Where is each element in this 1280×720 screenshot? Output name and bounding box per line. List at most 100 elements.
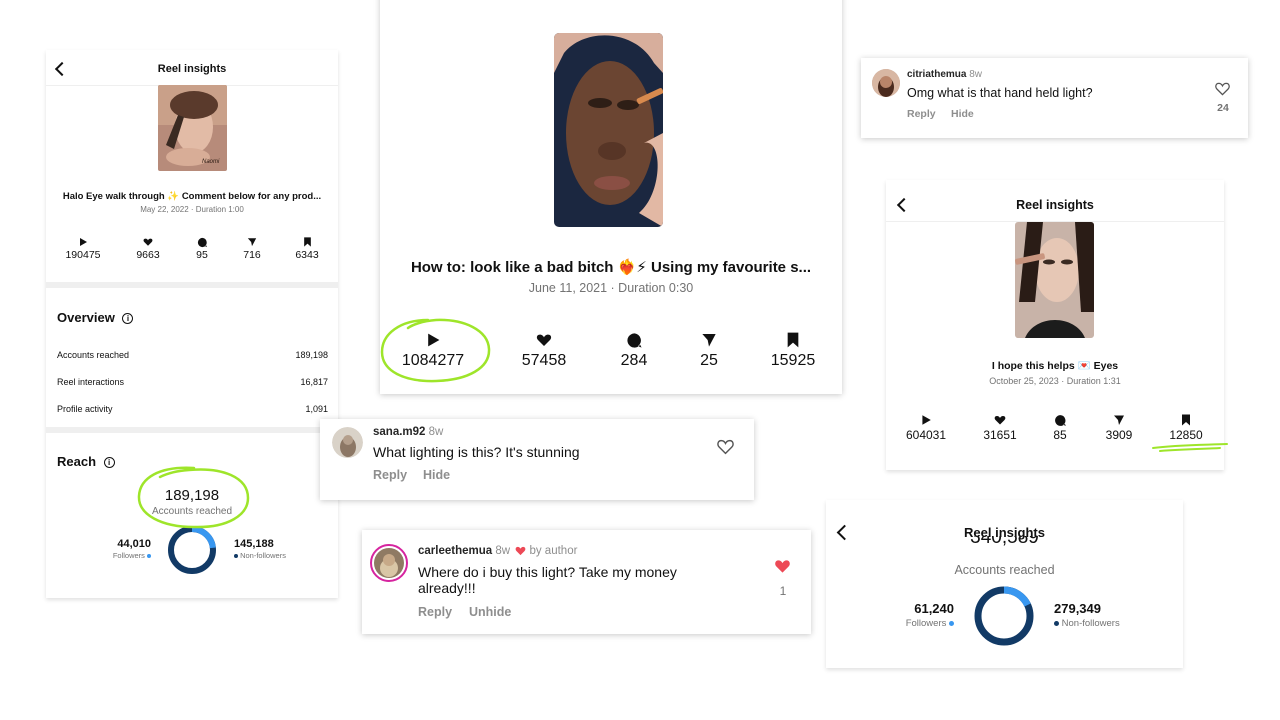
play-icon bbox=[922, 415, 931, 425]
comment-time: 8w bbox=[969, 69, 983, 80]
comment-card-citriathemua: citriathemua 8w Omg what is that hand he… bbox=[861, 58, 1248, 138]
nonfollowers-dot bbox=[1054, 620, 1059, 626]
reply-button[interactable]: Reply bbox=[373, 468, 407, 482]
avatar[interactable] bbox=[332, 427, 363, 458]
reel-interactions-value: 16,817 bbox=[300, 377, 328, 387]
reel-thumbnail[interactable]: Naomi bbox=[158, 85, 227, 171]
reel-interactions-label: Reel interactions bbox=[57, 377, 125, 387]
plays-stat: 1084277 bbox=[393, 332, 473, 370]
reel-caption: How to: look like a bad bitch ❤️‍🔥⚡ Usin… bbox=[410, 259, 812, 276]
likes-stat: 9663 bbox=[123, 237, 173, 261]
reach-total: 340,589 bbox=[970, 536, 1039, 548]
shares-stat: 25 bbox=[669, 332, 749, 370]
followers-dot bbox=[949, 620, 954, 626]
reply-button[interactable]: Reply bbox=[418, 605, 452, 619]
nonfollowers-dot bbox=[234, 554, 238, 559]
nonfollowers-label: Non-followers bbox=[240, 551, 286, 560]
comment-username[interactable]: carleethemua bbox=[418, 545, 492, 557]
section-divider bbox=[46, 282, 338, 288]
heart-icon bbox=[994, 416, 1006, 425]
heart-filled-icon[interactable] bbox=[774, 559, 791, 574]
thumbnail-image bbox=[1015, 222, 1094, 338]
comments-stat: 85 bbox=[1030, 414, 1090, 442]
comments-stat: 284 bbox=[594, 332, 674, 370]
reel-caption: Halo Eye walk through ✨ Comment below fo… bbox=[62, 191, 322, 202]
saves-count: 6343 bbox=[295, 249, 319, 261]
likes-count: 57458 bbox=[521, 352, 567, 369]
plays-count: 190475 bbox=[65, 249, 101, 261]
followers-value: 61,240 bbox=[914, 601, 954, 616]
followers-label: Followers bbox=[112, 551, 145, 560]
heart-icon bbox=[536, 334, 552, 346]
comments-count: 284 bbox=[620, 352, 648, 369]
avatar-image bbox=[332, 427, 363, 458]
play-icon bbox=[428, 333, 440, 347]
bookmark-icon bbox=[787, 332, 799, 348]
reel-stats-panel-center: How to: look like a bad bitch ❤️‍🔥⚡ Usin… bbox=[380, 0, 842, 394]
reach-heading: Reach i bbox=[57, 454, 115, 469]
reach-donut-chart bbox=[974, 586, 1034, 646]
comment-like-count: 1 bbox=[779, 584, 787, 598]
comments-stat: 95 bbox=[177, 237, 227, 261]
accounts-reached-label: Accounts reached bbox=[57, 350, 130, 360]
followers-dot bbox=[147, 554, 151, 559]
header-divider bbox=[826, 549, 1183, 550]
panel-title: Reel insights bbox=[157, 63, 227, 75]
reach-total: 189,198 bbox=[164, 487, 220, 504]
svg-text:Naomi: Naomi bbox=[202, 159, 220, 165]
bookmark-icon bbox=[303, 237, 311, 247]
reel-thumbnail[interactable] bbox=[554, 33, 663, 227]
reply-button[interactable]: Reply bbox=[907, 108, 936, 120]
saves-count: 15925 bbox=[770, 352, 816, 369]
avatar[interactable] bbox=[872, 69, 900, 97]
info-icon[interactable]: i bbox=[122, 313, 134, 325]
share-icon bbox=[1114, 415, 1124, 425]
hide-button[interactable]: Hide bbox=[423, 468, 450, 482]
likes-count: 31651 bbox=[983, 428, 1017, 442]
by-author-label: by author bbox=[529, 545, 578, 557]
hide-button[interactable]: Hide bbox=[951, 108, 974, 120]
comment-text: Where do i buy this light? Take my money… bbox=[418, 564, 677, 596]
followers-value: 44,010 bbox=[117, 538, 151, 550]
nonfollowers-value: 145,188 bbox=[234, 538, 274, 550]
saves-stat: 6343 bbox=[282, 237, 332, 261]
heart-icon bbox=[143, 238, 153, 246]
comment-username[interactable]: citriathemua bbox=[907, 69, 966, 80]
unhide-button[interactable]: Unhide bbox=[469, 605, 511, 619]
comment-time: 8w bbox=[495, 545, 511, 557]
bookmark-icon bbox=[1182, 414, 1190, 426]
share-icon bbox=[702, 334, 716, 347]
comment-username[interactable]: sana.m92 bbox=[373, 426, 425, 438]
thumbnail-image: Naomi bbox=[158, 85, 227, 171]
section-divider-2 bbox=[46, 427, 338, 433]
plays-stat: 190475 bbox=[58, 237, 108, 261]
shares-count: 716 bbox=[243, 249, 261, 261]
share-icon bbox=[247, 238, 257, 247]
heart-outline-icon[interactable] bbox=[1215, 82, 1230, 96]
likes-stat: 57458 bbox=[504, 332, 584, 370]
info-icon[interactable]: i bbox=[103, 457, 115, 469]
reach-donut-chart bbox=[168, 526, 216, 574]
comment-card-sana: sana.m92 8w What lighting is this? It's … bbox=[320, 419, 754, 500]
saves-stat: 12850 bbox=[1156, 414, 1216, 442]
saves-count: 12850 bbox=[1169, 428, 1203, 442]
heart-outline-icon[interactable] bbox=[717, 439, 734, 455]
reel-date: October 25, 2023 · Duration 1:31 bbox=[989, 376, 1121, 386]
nonfollowers-legend: Non-followers bbox=[234, 551, 286, 560]
shares-count: 3909 bbox=[1105, 428, 1133, 442]
comment-header: sana.m92 8w bbox=[373, 426, 443, 438]
shares-stat: 3909 bbox=[1089, 414, 1149, 442]
reach-title: Reach bbox=[57, 454, 97, 469]
heart-filled-icon bbox=[515, 546, 526, 556]
nonfollowers-legend: Non-followers bbox=[1054, 618, 1120, 629]
reel-thumbnail[interactable] bbox=[1015, 222, 1094, 338]
comment-icon bbox=[197, 237, 207, 248]
plays-count: 1084277 bbox=[401, 352, 465, 369]
avatar-image bbox=[872, 69, 900, 97]
comment-card-carleethemua: carleethemua 8w by author Where do i buy… bbox=[362, 530, 811, 634]
avatar[interactable] bbox=[370, 544, 408, 582]
profile-activity-value: 1,091 bbox=[305, 404, 328, 414]
profile-activity-label: Profile activity bbox=[57, 404, 113, 414]
comment-icon bbox=[626, 333, 642, 348]
overview-heading: Overview i bbox=[57, 310, 134, 325]
